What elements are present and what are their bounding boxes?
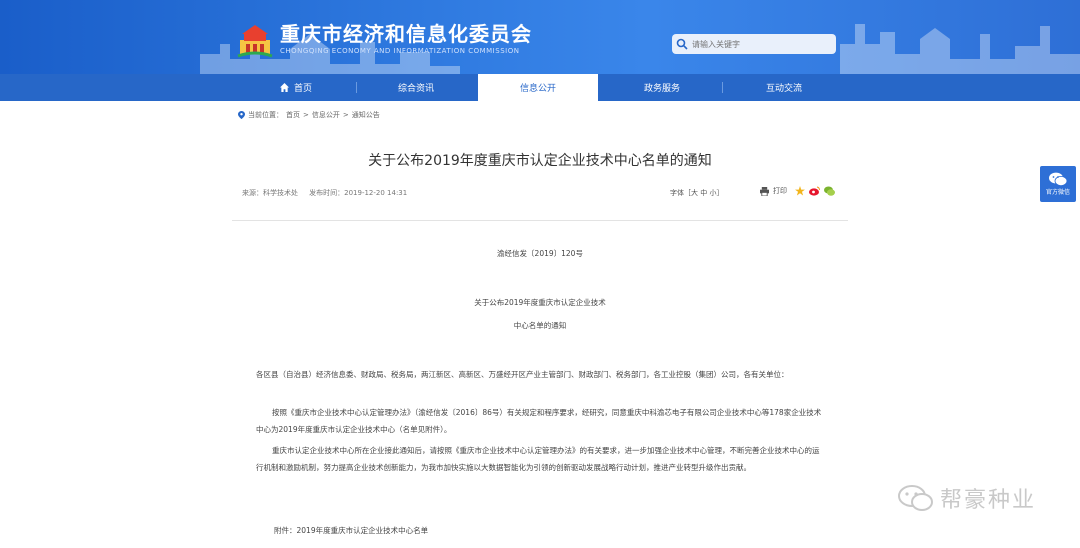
document-heading-line1: 关于公布2019年度重庆市认定企业技术 (474, 298, 606, 307)
nav-item-services[interactable]: 政务服务 (602, 74, 722, 101)
favorite-star-icon[interactable] (795, 186, 805, 196)
article: 关于公布2019年度重庆市认定企业技术中心名单的通知 来源：科学技术处 发布时间… (232, 132, 848, 548)
article-source: 来源：科学技术处 (242, 189, 298, 197)
article-tools: 打印 (760, 186, 835, 196)
font-size-control[interactable]: 字体［大 中 小］ (670, 188, 723, 198)
nav-label: 综合资讯 (397, 84, 434, 94)
breadcrumb-item-home[interactable]: 首页 (286, 110, 300, 120)
nav-divider (722, 82, 723, 93)
location-pin-icon (238, 111, 245, 119)
site-subtitle: CHONGQING ECONOMY AND INFORMATIZATION CO… (280, 47, 520, 55)
print-link[interactable]: 打印 (773, 186, 787, 196)
breadcrumb-separator: > (303, 111, 309, 119)
breadcrumb: 当前位置： 首页 > 信息公开 > 通知公告 (238, 110, 380, 120)
home-icon (279, 83, 289, 92)
weibo-share-icon[interactable] (809, 186, 820, 196)
nav-item-news[interactable]: 综合资讯 (356, 74, 476, 101)
breadcrumb-separator: > (342, 111, 349, 119)
wechat-label: 官方微信 (1045, 189, 1070, 196)
article-title: 关于公布2019年度重庆市认定企业技术中心名单的通知 (368, 153, 712, 169)
search-icon[interactable] (672, 34, 692, 54)
document-number: 渝经信发〔2019〕120号 (497, 249, 583, 258)
watermark: 帮豪种业 (898, 482, 1036, 514)
nav-label: 首页 (293, 84, 312, 94)
breadcrumb-item-info[interactable]: 信息公开 (312, 110, 340, 120)
search-input[interactable] (692, 39, 822, 49)
wechat-icon (1049, 172, 1067, 186)
article-meta: 来源：科学技术处 发布时间：2019-12-20 14:31 (242, 188, 407, 198)
nav-item-info-disclosure[interactable]: 信息公开 (478, 74, 598, 101)
watermark-text: 帮豪种业 (940, 488, 1037, 513)
skyline-right-decoration (840, 24, 1080, 74)
nav-label: 互动交流 (765, 84, 802, 94)
paragraph-addressees: 各区县（自治县）经济信息委、财政局、税务局，两江新区、高新区、万盛经开区产业主管… (256, 370, 789, 379)
nav-label: 信息公开 (519, 84, 556, 94)
breadcrumb-prefix: 当前位置： (248, 111, 283, 119)
site-title: 重庆市经济和信息化委员会 (280, 22, 532, 46)
title-divider (232, 220, 848, 221)
emblem-icon (237, 25, 273, 58)
wechat-watermark-icon (898, 485, 933, 511)
official-wechat-button[interactable]: 官方微信 (1040, 166, 1076, 202)
site-logo[interactable]: 重庆市经济和信息化委员会 CHONGQING ECONOMY AND INFOR… (236, 22, 532, 60)
paragraph-body-2: 重庆市认定企业技术中心所在企业接此通知后，请按照《重庆市企业技术中心认定管理办法… (256, 446, 820, 472)
attachment-link[interactable]: 附件：2019年度重庆市认定企业技术中心名单 (274, 525, 428, 536)
nav-item-home[interactable]: 首页 (236, 74, 356, 101)
search-box (672, 34, 836, 54)
breadcrumb-item-notice[interactable]: 通知公告 (352, 110, 380, 120)
article-date: 发布时间：2019-12-20 14:31 (309, 189, 408, 197)
document-heading-line2: 中心名单的通知 (513, 321, 567, 330)
main-nav: 首页 综合资讯 信息公开 政务服务 互动交流 (0, 74, 1080, 101)
wechat-share-icon[interactable] (824, 186, 835, 196)
nav-item-interaction[interactable]: 互动交流 (724, 74, 844, 101)
paragraph-body-1: 按照《重庆市企业技术中心认定管理办法》（渝经信发〔2016〕86号）有关规定和程… (256, 408, 822, 434)
print-icon[interactable] (760, 186, 769, 196)
site-header: 重庆市经济和信息化委员会 CHONGQING ECONOMY AND INFOR… (0, 0, 1080, 74)
nav-label: 政务服务 (643, 84, 680, 94)
